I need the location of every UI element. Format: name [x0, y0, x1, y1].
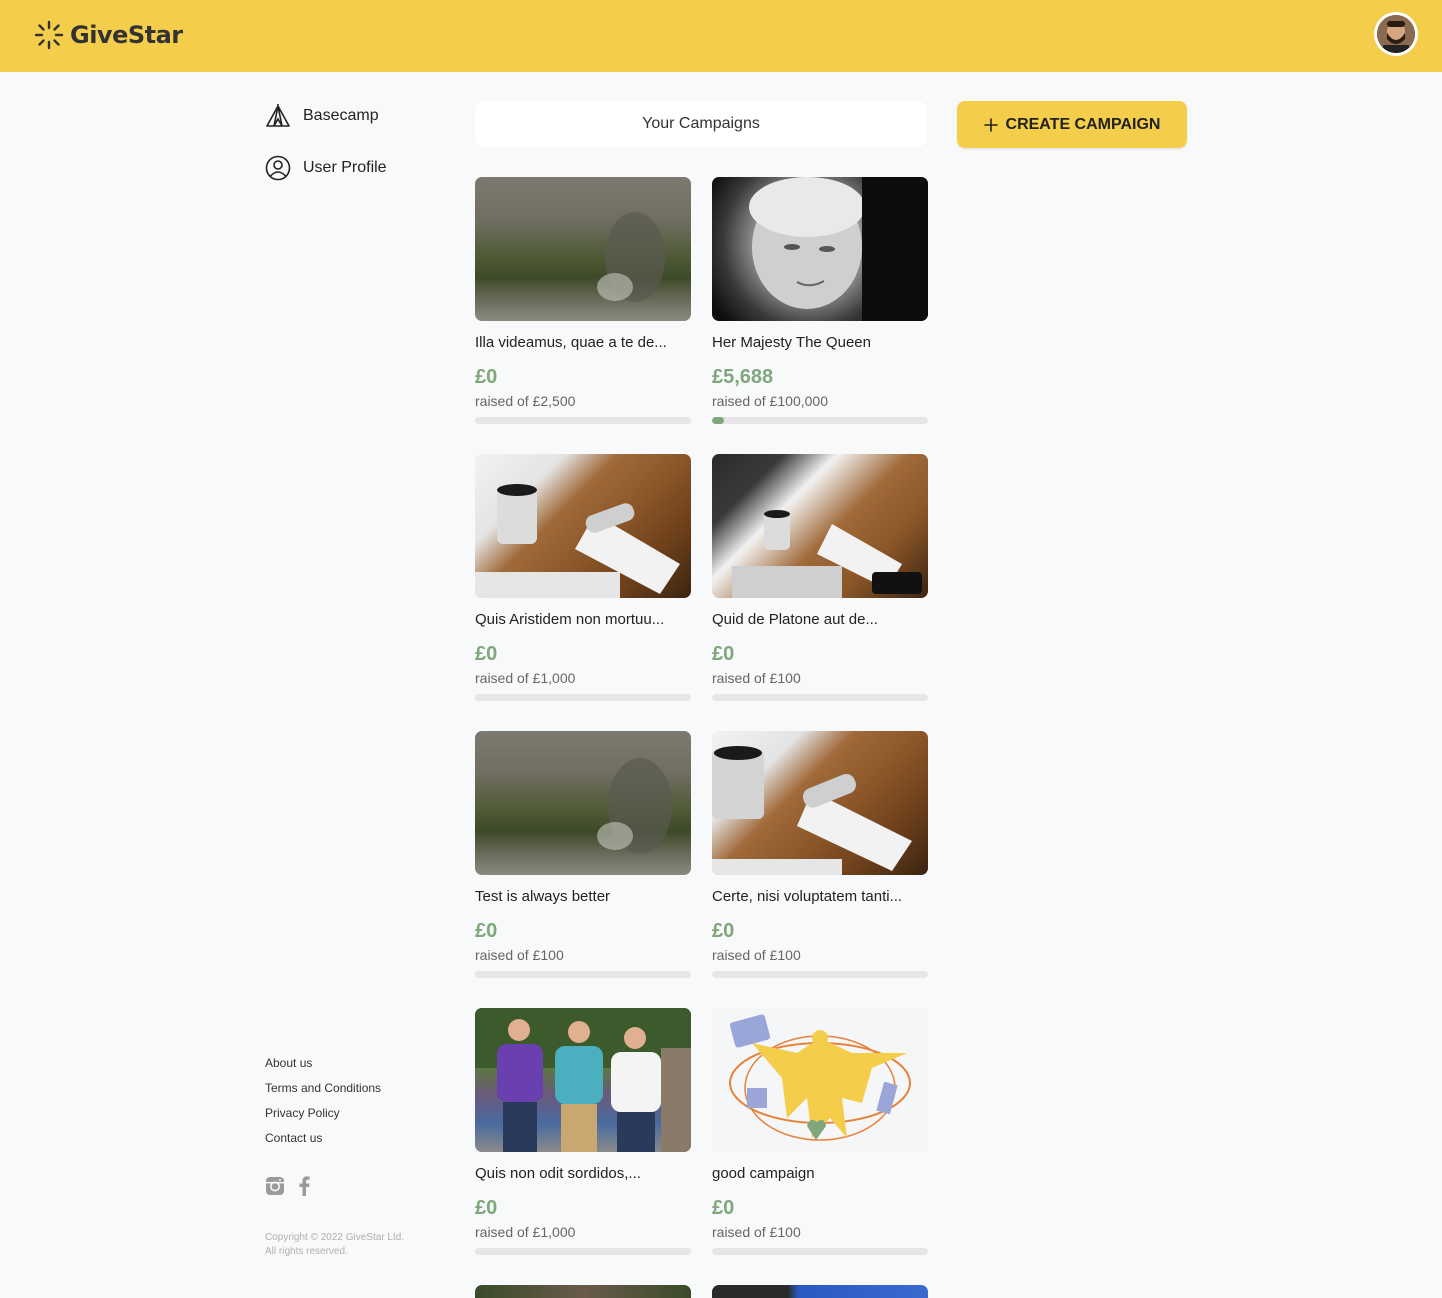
sunburst-icon	[34, 20, 64, 50]
campaign-title[interactable]: good campaign	[712, 1164, 928, 1184]
create-campaign-label: CREATE CAMPAIGN	[1005, 115, 1161, 133]
campaign-goal: raised of £100	[712, 1224, 801, 1240]
footer-link-terms[interactable]: Terms and Conditions	[265, 1078, 381, 1103]
campaign-raised: £0	[475, 920, 498, 942]
givestar-logo[interactable]: GiveStar	[34, 20, 183, 50]
campaign-image[interactable]	[712, 454, 928, 598]
progress-bar	[712, 971, 928, 978]
sidebar-item-label: Basecamp	[303, 107, 379, 124]
footer-link-privacy[interactable]: Privacy Policy	[265, 1103, 381, 1128]
campaign-title[interactable]: Quis non odit sordidos,...	[475, 1164, 691, 1184]
campaign-title[interactable]: Illa videamus, quae a te de...	[475, 333, 691, 353]
sidebar: Basecamp User Profile	[265, 100, 455, 204]
campaign-card[interactable]: Quis non odit sordidos,... £0 raised of …	[475, 1008, 691, 1255]
campaign-title[interactable]: Certe, nisi voluptatem tanti...	[712, 887, 928, 907]
campaign-title[interactable]: Her Majesty The Queen	[712, 333, 928, 353]
sidebar-item-basecamp[interactable]: Basecamp	[265, 100, 455, 132]
campaign-raised: £0	[475, 1197, 498, 1219]
campaign-raised: £0	[475, 366, 498, 388]
campaign-goal: raised of £1,000	[475, 1224, 576, 1240]
campaign-goal: raised of £2,500	[475, 393, 576, 409]
facebook-icon[interactable]	[297, 1176, 311, 1196]
campaign-card[interactable]: Illa videamus, quae a te de... £0 raised…	[475, 177, 691, 424]
campaign-image[interactable]	[475, 177, 691, 321]
campaign-card[interactable]: Her Majesty The Queen £5,688 raised of £…	[712, 177, 928, 424]
top-bar: GiveStar	[0, 0, 1442, 72]
campaign-card[interactable]: Certe, nisi voluptatem tanti... £0 raise…	[712, 731, 928, 978]
campaign-goal: raised of £100,000	[712, 393, 828, 409]
campaign-card[interactable]: good campaign £0 raised of £100	[712, 1008, 928, 1255]
campaign-goal: raised of £100	[475, 947, 564, 963]
campaign-raised: £0	[712, 1197, 735, 1219]
progress-bar	[712, 694, 928, 701]
progress-bar	[475, 971, 691, 978]
create-campaign-button[interactable]: CREATE CAMPAIGN	[957, 101, 1187, 148]
tent-icon	[266, 104, 290, 127]
sidebar-item-user-profile[interactable]: User Profile	[265, 152, 455, 184]
campaign-title[interactable]: Quis Aristidem non mortuu...	[475, 610, 691, 630]
brand-name: GiveStar	[70, 21, 183, 49]
progress-bar	[712, 417, 928, 424]
tab-your-campaigns[interactable]: Your Campaigns	[475, 101, 927, 147]
campaign-title[interactable]: Quid de Platone aut de...	[712, 610, 928, 630]
progress-bar	[475, 694, 691, 701]
progress-bar	[712, 1248, 928, 1255]
campaign-raised: £0	[475, 643, 498, 665]
user-avatar[interactable]	[1374, 12, 1418, 56]
social-links	[265, 1176, 311, 1196]
campaign-image[interactable]	[475, 1008, 691, 1152]
copyright-text: Copyright © 2022 GiveStar Ltd. All right…	[265, 1232, 405, 1257]
progress-bar	[475, 1248, 691, 1255]
plus-icon	[983, 117, 998, 132]
campaign-goal: raised of £100	[712, 670, 801, 686]
campaign-card[interactable]: Quid de Platone aut de... £0 raised of £…	[712, 454, 928, 701]
footer-link-contact[interactable]: Contact us	[265, 1128, 381, 1153]
progress-bar	[475, 417, 691, 424]
campaign-image[interactable]	[712, 177, 928, 321]
instagram-icon[interactable]	[265, 1176, 285, 1196]
progress-fill	[712, 417, 725, 424]
campaign-card[interactable]: Quis Aristidem non mortuu... £0 raised o…	[475, 454, 691, 701]
campaign-card[interactable]: Test is always better £0 raised of £100	[475, 731, 691, 978]
campaign-raised: £5,688	[712, 366, 774, 388]
campaign-raised: £0	[712, 920, 735, 942]
campaign-image[interactable]	[475, 454, 691, 598]
user-circle-icon	[265, 155, 291, 181]
campaign-image[interactable]	[475, 731, 691, 875]
footer-links: About us Terms and Conditions Privacy Po…	[265, 1053, 381, 1153]
campaign-image[interactable]	[712, 1285, 928, 1298]
sidebar-item-label: User Profile	[303, 159, 387, 176]
campaign-goal: raised of £1,000	[475, 670, 576, 686]
campaign-image[interactable]	[712, 731, 928, 875]
footer-link-about[interactable]: About us	[265, 1053, 381, 1078]
tab-label: Your Campaigns	[642, 115, 760, 132]
campaign-image[interactable]	[475, 1285, 691, 1298]
campaign-title[interactable]: Test is always better	[475, 887, 691, 907]
campaign-raised: £0	[712, 643, 735, 665]
campaign-goal: raised of £100	[712, 947, 801, 963]
campaign-image[interactable]	[712, 1008, 928, 1152]
